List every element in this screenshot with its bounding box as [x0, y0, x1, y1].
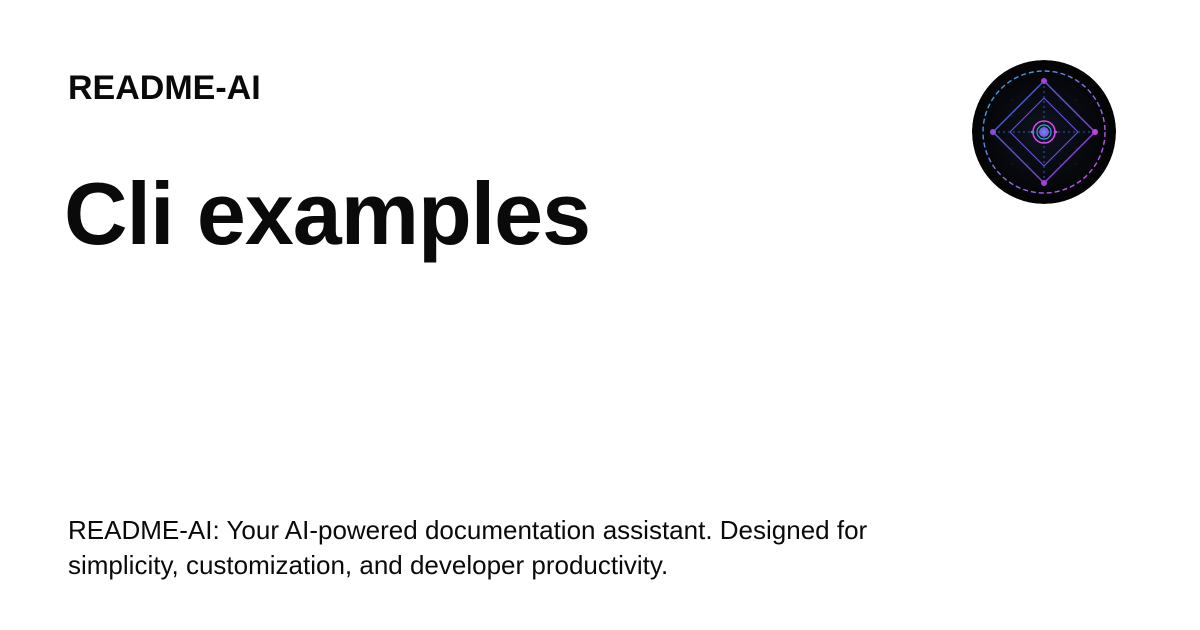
- page-description: README-AI: Your AI-powered documentation…: [68, 515, 868, 580]
- site-name: README-AI: [68, 69, 261, 107]
- page-title: Cli examples: [64, 164, 591, 263]
- readme-ai-logo-icon: [972, 60, 1116, 204]
